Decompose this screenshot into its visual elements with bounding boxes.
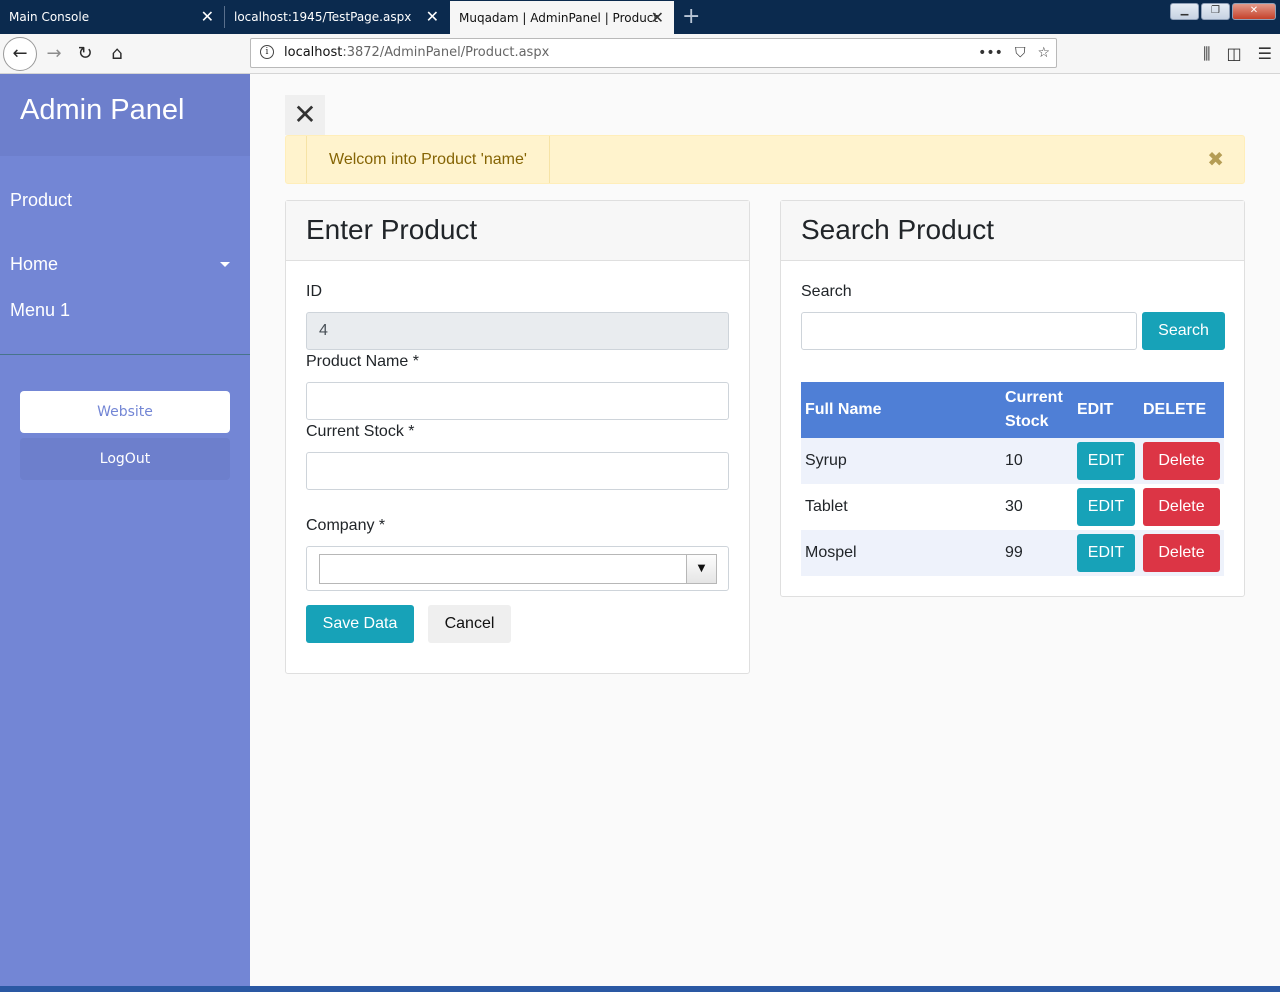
minimize-icon[interactable]: ▁ <box>1170 3 1199 20</box>
cell-delete: Delete <box>1139 484 1224 530</box>
cell-edit: EDIT <box>1073 484 1139 530</box>
library-icon[interactable]: ⫼ <box>1203 38 1210 70</box>
address-bar[interactable]: i localhost:3872/AdminPanel/Product.aspx… <box>250 38 1057 68</box>
tab-label: Main Console <box>9 10 90 24</box>
cell-delete: Delete <box>1139 530 1224 576</box>
cell-edit: EDIT <box>1073 438 1139 484</box>
card-header: Search Product <box>781 201 1244 261</box>
delete-button[interactable]: Delete <box>1143 442 1220 480</box>
table-header-row: Full Name Current Stock EDIT DELETE <box>801 382 1224 438</box>
save-data-button[interactable]: Save Data <box>306 605 414 643</box>
edit-button[interactable]: EDIT <box>1077 534 1135 572</box>
logout-button[interactable]: LogOut <box>20 438 230 480</box>
reload-icon[interactable]: ↻ <box>69 38 101 70</box>
tab-close-icon[interactable]: ✕ <box>651 1 664 35</box>
dropdown-arrow-icon[interactable]: ▼ <box>686 555 716 583</box>
company-select[interactable]: ▼ <box>319 554 717 584</box>
sidebar-header: Admin Panel <box>0 74 250 156</box>
url-path: :3872/AdminPanel/Product.aspx <box>342 45 550 60</box>
search-product-card: Search Product Search Search Full Name C… <box>780 200 1245 597</box>
alert-close-icon[interactable]: ✖ <box>1207 136 1224 183</box>
card-header: Enter Product <box>286 201 749 261</box>
forward-arrow-icon[interactable]: → <box>38 38 70 70</box>
url-actions: ••• ⛉ ☆ <box>978 39 1050 67</box>
page-actions-menu-icon[interactable]: ••• <box>978 39 1003 67</box>
url-text[interactable]: localhost:3872/AdminPanel/Product.aspx <box>284 39 549 67</box>
edit-button[interactable]: EDIT <box>1077 442 1135 480</box>
toolbar-right-icons: ⫼ ◫ ☰ <box>1203 38 1272 70</box>
sidebar-title: Admin Panel <box>20 94 185 126</box>
cell-delete: Delete <box>1139 438 1224 484</box>
cell-name: Syrup <box>801 438 1001 484</box>
search-input[interactable] <box>801 312 1137 350</box>
sidebar-toggle-icon[interactable]: ◫ <box>1227 38 1242 70</box>
product-name-label: Product Name * <box>306 353 419 370</box>
website-button[interactable]: Website <box>20 391 230 433</box>
id-label: ID <box>306 283 322 300</box>
product-table: Full Name Current Stock EDIT DELETE Syru… <box>801 382 1224 576</box>
current-stock-label: Current Stock * <box>306 423 415 440</box>
pocket-icon[interactable]: ⛉ <box>1015 39 1026 67</box>
window-close-icon[interactable]: ✕ <box>1232 3 1276 20</box>
tab-label: Muqadam | AdminPanel | Product <box>459 11 659 25</box>
tab-close-icon[interactable]: ✕ <box>426 0 439 34</box>
cell-stock: 30 <box>1001 484 1073 530</box>
id-field: 4 <box>306 312 729 350</box>
restore-icon[interactable]: ❐ <box>1201 3 1230 20</box>
new-tab-icon[interactable]: + <box>682 2 700 32</box>
search-product-title: Search Product <box>801 214 994 245</box>
current-stock-field[interactable] <box>306 452 729 490</box>
delete-button[interactable]: Delete <box>1143 534 1220 572</box>
sidebar-item-product[interactable]: Product <box>10 190 72 211</box>
company-label: Company * <box>306 517 386 534</box>
url-host: localhost <box>284 45 343 60</box>
cell-stock: 99 <box>1001 530 1073 576</box>
sidebar-item-menu-1[interactable]: Menu 1 <box>10 300 70 321</box>
cancel-button[interactable]: Cancel <box>428 605 511 643</box>
tab-testpage[interactable]: localhost:1945/TestPage.aspx ✕ <box>225 0 449 34</box>
sidebar-divider <box>0 354 250 355</box>
enter-product-title: Enter Product <box>306 214 478 245</box>
tab-close-icon[interactable]: ✕ <box>201 0 214 34</box>
column-header-current-stock: Current Stock <box>1001 382 1073 438</box>
table-row: Tablet 30 EDIT Delete <box>801 484 1224 530</box>
cell-name: Mospel <box>801 530 1001 576</box>
delete-button[interactable]: Delete <box>1143 488 1220 526</box>
enter-product-card: Enter Product ID 4 Product Name * Curren… <box>285 200 750 674</box>
home-icon[interactable]: ⌂ <box>101 38 133 70</box>
window-controls: ▁ ❐ ✕ <box>1170 3 1276 20</box>
browser-toolbar: ← → ↻ ⌂ i localhost:3872/AdminPanel/Prod… <box>0 34 1280 74</box>
table-row: Syrup 10 EDIT Delete <box>801 438 1224 484</box>
sidebar: Admin Panel Product Home Menu 1 Website … <box>0 74 250 986</box>
hamburger-menu-icon[interactable]: ☰ <box>1258 38 1272 70</box>
caret-down-icon[interactable] <box>220 262 230 267</box>
cell-stock: 10 <box>1001 438 1073 484</box>
company-select-wrapper: ▼ <box>306 546 729 591</box>
tab-main-console[interactable]: Main Console ✕ <box>0 0 224 34</box>
close-icon[interactable]: ✕ <box>285 95 325 135</box>
alert-message: Welcom into Product 'name' <box>306 136 550 183</box>
table-row: Mospel 99 EDIT Delete <box>801 530 1224 576</box>
edit-button[interactable]: EDIT <box>1077 488 1135 526</box>
welcome-alert: Welcom into Product 'name' ✖ <box>285 135 1245 184</box>
search-button[interactable]: Search <box>1142 312 1225 350</box>
column-header-edit: EDIT <box>1073 382 1139 438</box>
product-name-field[interactable] <box>306 382 729 420</box>
search-label: Search <box>801 283 852 300</box>
cell-name: Tablet <box>801 484 1001 530</box>
column-header-delete: DELETE <box>1139 382 1224 438</box>
tab-adminpanel-product[interactable]: Muqadam | AdminPanel | Product ✕ <box>450 1 674 34</box>
os-taskbar <box>0 986 1280 992</box>
sidebar-item-home[interactable]: Home <box>10 254 58 275</box>
bookmark-star-icon[interactable]: ☆ <box>1037 39 1050 67</box>
tab-strip: Main Console ✕ localhost:1945/TestPage.a… <box>0 0 1280 34</box>
column-header-full-name: Full Name <box>801 382 1001 438</box>
tab-label: localhost:1945/TestPage.aspx <box>234 10 412 24</box>
back-arrow-icon[interactable]: ← <box>3 37 37 71</box>
cell-edit: EDIT <box>1073 530 1139 576</box>
site-info-icon[interactable]: i <box>260 45 274 59</box>
